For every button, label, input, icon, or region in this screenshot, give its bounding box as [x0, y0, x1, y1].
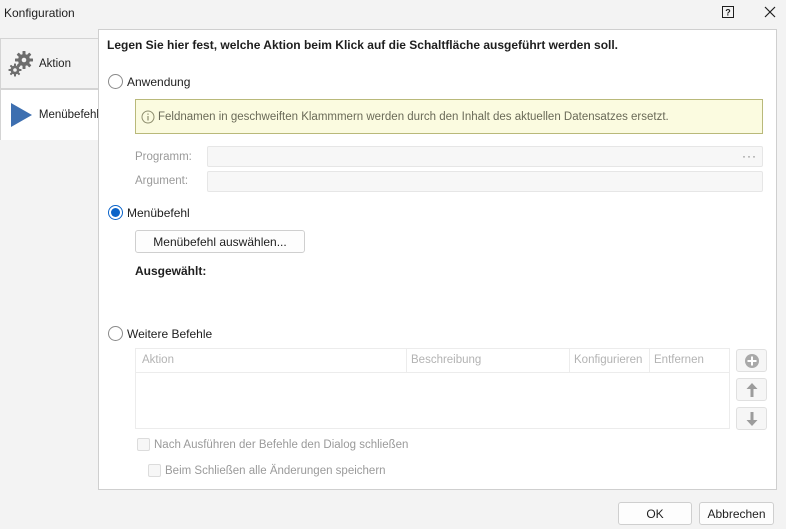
gears-icon	[3, 46, 39, 82]
svg-text:?: ?	[725, 8, 731, 18]
move-down-button[interactable]	[736, 407, 767, 430]
radio-menuebefehl-label[interactable]: Menübefehl	[127, 206, 190, 220]
radio-menuebefehl[interactable]	[108, 205, 123, 220]
page-heading: Legen Sie hier fest, welche Aktion beim …	[107, 38, 619, 52]
close-icon	[764, 6, 776, 18]
program-label: Programm:	[135, 151, 192, 163]
sidebar-item-label: Menübefehl	[38, 109, 99, 121]
program-field[interactable]: ···	[207, 146, 763, 167]
sidebar-item-aktion[interactable]: Aktion	[0, 38, 99, 89]
argument-field[interactable]	[207, 171, 763, 192]
window-title: Konfiguration	[4, 6, 75, 20]
column-aktion[interactable]: Aktion	[142, 354, 174, 366]
close-button[interactable]	[762, 4, 778, 20]
plus-circle-icon	[744, 353, 759, 368]
info-text: Feldnamen in geschweiften Klammmern werd…	[158, 110, 669, 123]
sidebar-item-label: Aktion	[39, 57, 71, 70]
radio-weitere-befehle-label[interactable]: Weitere Befehle	[127, 327, 212, 341]
add-command-button[interactable]	[736, 349, 767, 372]
column-beschreibung[interactable]: Beschreibung	[411, 354, 481, 366]
close-dialog-checkbox[interactable]	[137, 438, 150, 451]
info-icon	[141, 110, 155, 124]
radio-anwendung[interactable]	[108, 74, 123, 89]
help-button[interactable]: ?	[720, 4, 736, 20]
column-konfigurieren[interactable]: Konfigurieren	[574, 354, 642, 366]
select-menu-command-button[interactable]: Menübefehl auswählen...	[135, 230, 305, 253]
cancel-button[interactable]: Abbrechen	[699, 502, 774, 525]
close-dialog-label: Nach Ausführen der Befehle den Dialog sc…	[154, 439, 409, 451]
play-icon	[3, 97, 39, 133]
commands-table: Aktion Beschreibung Konfigurieren Entfer…	[135, 348, 730, 429]
move-up-button[interactable]	[736, 378, 767, 401]
radio-anwendung-label[interactable]: Anwendung	[127, 75, 190, 89]
radio-weitere-befehle[interactable]	[108, 326, 123, 341]
sidebar: Aktion Menübefehl	[0, 38, 99, 140]
save-on-close-label: Beim Schließen alle Änderungen speichern	[165, 465, 386, 477]
title-bar: Konfiguration ?	[0, 0, 786, 26]
save-on-close-checkbox[interactable]	[148, 464, 161, 477]
arrow-up-icon	[746, 382, 757, 397]
selected-label: Ausgewählt:	[135, 264, 207, 278]
column-entfernen[interactable]: Entfernen	[654, 354, 704, 366]
ok-button[interactable]: OK	[618, 502, 692, 525]
sidebar-item-menuebefehl[interactable]: Menübefehl	[0, 89, 99, 140]
arrow-down-icon	[746, 411, 757, 426]
argument-label: Argument:	[135, 175, 189, 187]
browse-button[interactable]: ···	[742, 149, 757, 163]
table-header: Aktion Beschreibung Konfigurieren Entfer…	[136, 349, 729, 373]
info-box: Feldnamen in geschweiften Klammmern werd…	[135, 99, 763, 134]
help-icon: ?	[722, 6, 734, 18]
